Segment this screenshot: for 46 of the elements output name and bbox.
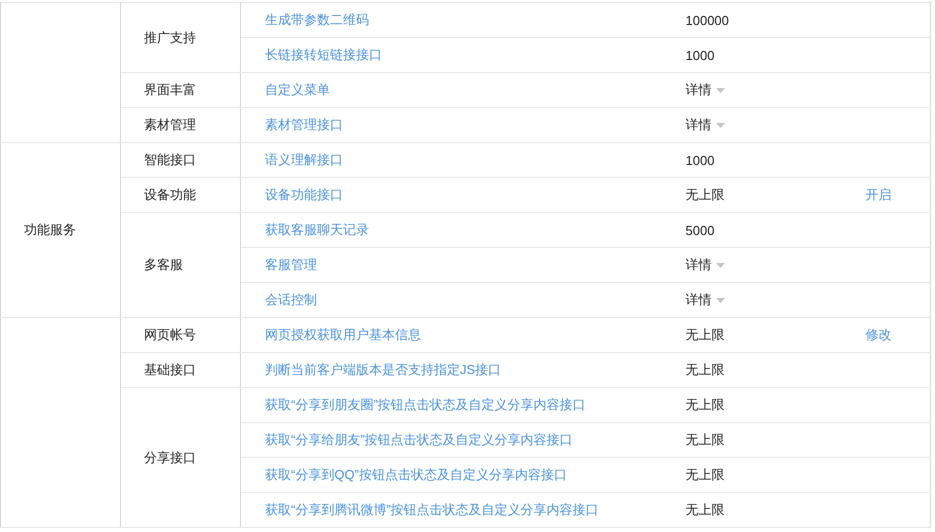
quota-value: 100000 [686,12,729,28]
category-label: 功能服务 [24,222,76,237]
subcategory-label: 设备功能 [144,187,196,202]
api-link[interactable]: 获取客服聊天记录 [265,222,369,237]
subcategory-label: 分享接口 [144,450,196,464]
details-dropdown[interactable]: 详情 [686,81,724,99]
details-dropdown[interactable]: 详情 [686,256,724,274]
api-link[interactable]: 获取“分享给朋友”按钮点击状态及自定义分享内容接口 [265,432,573,447]
caret-icon [716,88,724,92]
subcategory-label: 素材管理 [144,117,196,132]
quota-value: 无上限 [686,502,724,517]
action-link[interactable]: 开启 [866,187,892,202]
api-link[interactable]: 生成带参数二维码 [265,12,369,27]
api-link[interactable]: 语义理解接口 [265,152,343,167]
api-link[interactable]: 设备功能接口 [265,187,343,202]
caret-icon [716,298,724,302]
subcategory-label: 智能接口 [144,152,196,167]
details-dropdown[interactable]: 详情 [686,291,724,309]
api-link[interactable]: 客服管理 [265,257,317,272]
subcategory-label: 推广支持 [144,30,196,44]
quota-value: 无上限 [686,327,724,342]
quota-value: 无上限 [686,397,724,412]
quota-value: 1000 [686,152,714,168]
quota-value: 5000 [686,222,714,238]
details-dropdown[interactable]: 详情 [686,116,724,134]
api-link[interactable]: 自定义菜单 [265,82,330,97]
action-link[interactable]: 修改 [866,327,892,342]
quota-value: 无上限 [686,467,724,482]
api-link[interactable]: 判断当前客户端版本是否支持指定JS接口 [265,362,502,377]
api-link[interactable]: 长链接转短链接接口 [265,47,382,62]
subcategory-label: 多客服 [144,257,183,272]
caret-icon [716,122,724,128]
subcategory-label: 基础接口 [144,362,196,377]
quota-value: 无上限 [686,362,724,377]
subcategory-label: 网页帐号 [144,327,196,342]
subcategory-label: 界面丰富 [144,82,196,97]
api-link[interactable]: 获取“分享到朋友圈”按钮点击状态及自定义分享内容接口 [265,397,586,412]
api-link[interactable]: 获取“分享到腾讯微博”按钮点击状态及自定义分享内容接口 [265,502,599,517]
api-link[interactable]: 网页授权获取用户基本信息 [265,327,421,342]
api-link[interactable]: 会话控制 [265,292,317,307]
caret-icon [716,262,724,268]
api-link[interactable]: 素材管理接口 [265,117,343,132]
quota-value: 无上限 [686,432,724,447]
quota-value: 1000 [686,48,714,62]
quota-value: 无上限 [686,187,724,202]
api-link[interactable]: 获取“分享到QQ”按钮点击状态及自定义分享内容接口 [265,467,567,482]
